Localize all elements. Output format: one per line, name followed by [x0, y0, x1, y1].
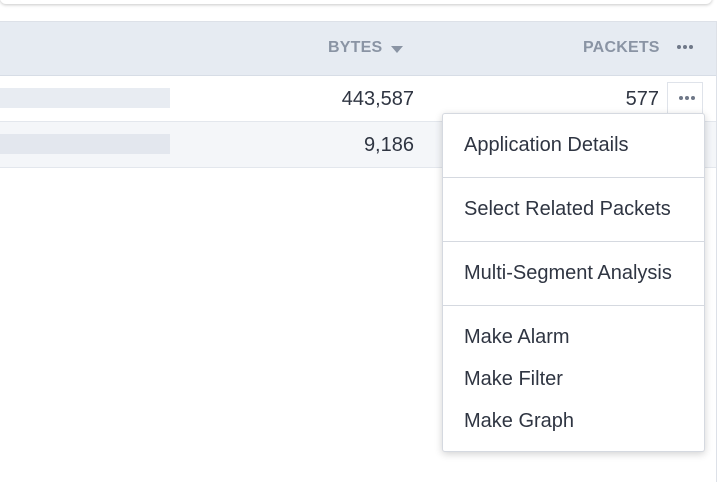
redacted-cell — [0, 134, 170, 154]
menu-item-make-filter[interactable]: Make Filter — [464, 368, 563, 391]
menu-divider — [443, 241, 704, 242]
menu-item-application-details[interactable]: Application Details — [464, 134, 629, 157]
top-card-edge — [0, 0, 712, 4]
menu-item-select-related-packets[interactable]: Select Related Packets — [464, 198, 671, 221]
menu-divider — [443, 177, 704, 178]
bytes-cell: 9,186 — [363, 134, 414, 156]
sort-down-icon[interactable] — [391, 46, 403, 53]
packets-cell: 577 — [625, 88, 659, 110]
redacted-cell — [0, 88, 170, 108]
ellipsis-icon — [679, 96, 695, 100]
menu-item-make-alarm[interactable]: Make Alarm — [464, 326, 570, 349]
column-header-packets[interactable]: PACKETS — [583, 39, 660, 57]
row-menu-button[interactable] — [667, 82, 703, 115]
bytes-cell: 443,587 — [341, 88, 414, 110]
menu-item-make-graph[interactable]: Make Graph — [464, 410, 574, 433]
column-header-bytes[interactable]: BYTES — [328, 39, 382, 57]
menu-divider — [443, 305, 704, 306]
menu-item-multi-segment-analysis[interactable]: Multi-Segment Analysis — [464, 262, 672, 285]
page: BYTES PACKETS 443,587 577 9,186 Applicat… — [0, 0, 725, 482]
ellipsis-icon[interactable] — [677, 45, 693, 49]
table-header: BYTES PACKETS — [0, 22, 716, 76]
row-context-menu: Application Details Select Related Packe… — [442, 113, 705, 452]
